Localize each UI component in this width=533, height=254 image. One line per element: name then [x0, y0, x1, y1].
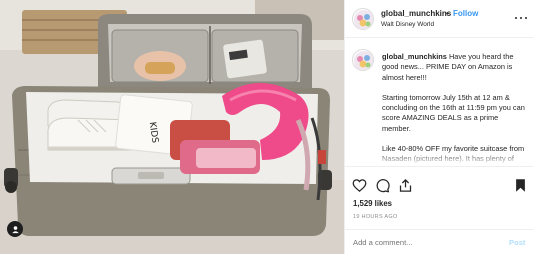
comment-icon[interactable]: [375, 178, 390, 193]
post-actions: 1,529 likes 19 HOURS AGO: [345, 166, 533, 238]
caption-username[interactable]: global_munchkins: [382, 52, 447, 61]
user-tag-icon: [11, 225, 19, 233]
suitcase-photo-illustration: KIDS: [0, 0, 344, 254]
post-photo[interactable]: KIDS: [0, 0, 344, 254]
post-caption: global_munchkins Have you heard the good…: [382, 52, 528, 166]
bookmark-icon[interactable]: [513, 178, 528, 193]
post-comment-button[interactable]: Post: [509, 238, 525, 247]
follow-button[interactable]: Follow: [453, 9, 478, 18]
avatar-image: [354, 51, 373, 70]
post-header: global_munchkins • Follow Walt Disney Wo…: [345, 0, 533, 38]
add-comment-bar: Post: [345, 229, 533, 254]
share-icon[interactable]: [398, 178, 413, 193]
caption-line-2: Starting tomorrow July 15th at 12 am & c…: [382, 92, 525, 133]
instagram-post: KIDS global_munchkins • Follow Walt Disn…: [0, 0, 533, 254]
likes-count[interactable]: 1,529 likes: [353, 199, 392, 208]
heart-icon[interactable]: [352, 178, 367, 193]
avatar[interactable]: [352, 8, 374, 30]
avatar-image: [354, 10, 373, 29]
username-link[interactable]: global_munchkins: [381, 9, 451, 18]
caption-avatar[interactable]: [352, 49, 374, 71]
comment-input[interactable]: [353, 236, 493, 249]
more-options-icon[interactable]: [515, 13, 527, 23]
post-timestamp[interactable]: 19 HOURS AGO: [353, 214, 398, 220]
user-tag-button[interactable]: [7, 221, 23, 237]
comments-section: global_munchkins Have you heard the good…: [345, 39, 533, 166]
post-details-panel: global_munchkins • Follow Walt Disney Wo…: [344, 0, 533, 254]
caption-fade: [345, 154, 533, 166]
separator-dot: •: [446, 9, 449, 18]
location-link[interactable]: Walt Disney World: [381, 21, 434, 28]
